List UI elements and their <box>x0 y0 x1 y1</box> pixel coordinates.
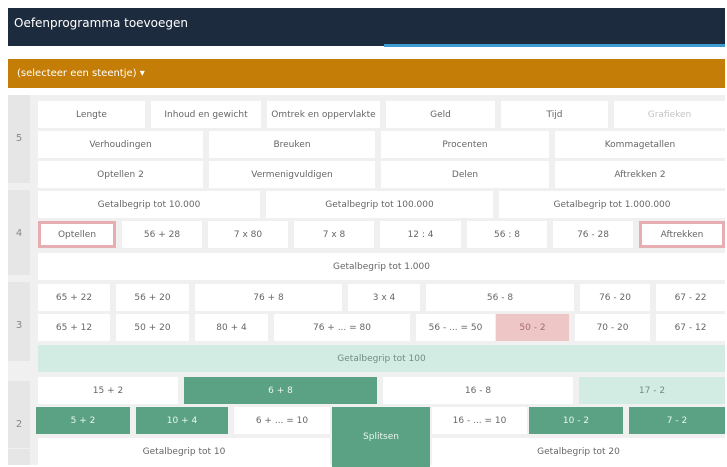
stone-selector-label: (selecteer een steentje) ▾ <box>17 68 145 79</box>
tile-aftrekken[interactable]: Aftrekken <box>639 221 725 248</box>
tile-56-minus-blank-50[interactable]: 56 - ... = 50 <box>416 314 495 341</box>
tile-56-plus-28[interactable]: 56 + 28 <box>122 221 202 248</box>
tile-verhoudingen[interactable]: Verhoudingen <box>38 131 203 158</box>
level-1-label <box>8 449 30 465</box>
tile-delen[interactable]: Delen <box>381 161 549 188</box>
tile-kommagetallen[interactable]: Kommagetallen <box>555 131 725 158</box>
tile-grafieken[interactable]: Grafieken <box>614 101 725 128</box>
tile-67-minus-12[interactable]: 67 - 12 <box>656 314 725 341</box>
tile-56-plus-20[interactable]: 56 + 20 <box>116 284 189 311</box>
tile-76-plus-8[interactable]: 76 + 8 <box>195 284 342 311</box>
tile-splitsen[interactable]: Splitsen <box>332 407 430 467</box>
tile-50-minus-2[interactable]: 50 - 2 <box>496 314 569 341</box>
tile-16-minus-blank-10[interactable]: 16 - ... = 10 <box>432 407 527 434</box>
tile-10-plus-4[interactable]: 10 + 4 <box>136 407 228 434</box>
tile-aftrekken-2[interactable]: Aftrekken 2 <box>555 161 725 188</box>
tile-65-plus-22[interactable]: 65 + 22 <box>38 284 110 311</box>
tile-optellen[interactable]: Optellen <box>38 221 116 248</box>
tile-getalbegrip-1000[interactable]: Getalbegrip tot 1.000 <box>38 253 725 280</box>
tile-7-minus-2[interactable]: 7 - 2 <box>629 407 725 434</box>
level-2-label: 2 <box>8 381 30 448</box>
page-title: Oefenprogramma toevoegen <box>14 16 188 30</box>
tile-breuken[interactable]: Breuken <box>209 131 375 158</box>
tile-10-minus-2[interactable]: 10 - 2 <box>529 407 623 434</box>
exercise-grid: 5 4 3 2 Lengte Inhoud en gewicht Omtrek … <box>8 95 725 467</box>
tile-5-plus-2[interactable]: 5 + 2 <box>36 407 130 434</box>
tile-70-minus-20[interactable]: 70 - 20 <box>575 314 650 341</box>
tile-6-plus-blank-10[interactable]: 6 + ... = 10 <box>234 407 330 434</box>
tile-6-plus-8[interactable]: 6 + 8 <box>184 377 377 404</box>
tile-getalbegrip-100[interactable]: Getalbegrip tot 100 <box>38 345 725 372</box>
tile-getalbegrip-20[interactable]: Getalbegrip tot 20 <box>432 438 725 465</box>
tile-67-minus-22[interactable]: 67 - 22 <box>656 284 725 311</box>
tile-inhoud-en-gewicht[interactable]: Inhoud en gewicht <box>151 101 261 128</box>
tile-procenten[interactable]: Procenten <box>381 131 549 158</box>
tile-lengte[interactable]: Lengte <box>38 101 145 128</box>
tile-getalbegrip-100000[interactable]: Getalbegrip tot 100.000 <box>266 191 493 218</box>
tile-12-div-4[interactable]: 12 : 4 <box>380 221 461 248</box>
tile-7-x-80[interactable]: 7 x 80 <box>208 221 288 248</box>
tile-vermenigvuldigen[interactable]: Vermenigvuldigen <box>209 161 375 188</box>
tile-15-plus-2[interactable]: 15 + 2 <box>38 377 178 404</box>
tile-optellen-2[interactable]: Optellen 2 <box>38 161 203 188</box>
tile-56-div-8[interactable]: 56 : 8 <box>467 221 547 248</box>
tile-omtrek-en-oppervlakte[interactable]: Omtrek en oppervlakte <box>267 101 380 128</box>
tile-7-x-8[interactable]: 7 x 8 <box>294 221 374 248</box>
level-5-label: 5 <box>8 95 30 183</box>
tile-getalbegrip-10000[interactable]: Getalbegrip tot 10.000 <box>38 191 260 218</box>
tile-3-x-4[interactable]: 3 x 4 <box>348 284 420 311</box>
tile-56-minus-8[interactable]: 56 - 8 <box>426 284 574 311</box>
level-3-label: 3 <box>8 282 30 361</box>
tile-76-minus-20[interactable]: 76 - 20 <box>580 284 650 311</box>
tile-50-plus-20[interactable]: 50 + 20 <box>116 314 189 341</box>
tile-16-minus-8[interactable]: 16 - 8 <box>383 377 573 404</box>
title-bar: Oefenprogramma toevoegen <box>8 8 725 47</box>
tile-getalbegrip-1000000[interactable]: Getalbegrip tot 1.000.000 <box>499 191 725 218</box>
tile-65-plus-12[interactable]: 65 + 12 <box>38 314 110 341</box>
tile-geld[interactable]: Geld <box>386 101 495 128</box>
title-accent-line <box>384 44 725 47</box>
tile-17-minus-2[interactable]: 17 - 2 <box>579 377 725 404</box>
stone-selector-dropdown[interactable]: (selecteer een steentje) ▾ <box>8 59 725 88</box>
tile-tijd[interactable]: Tijd <box>501 101 608 128</box>
tile-getalbegrip-10[interactable]: Getalbegrip tot 10 <box>38 438 330 465</box>
level-4-label: 4 <box>8 190 30 275</box>
tile-80-plus-4[interactable]: 80 + 4 <box>195 314 268 341</box>
tile-76-plus-blank-80[interactable]: 76 + ... = 80 <box>274 314 410 341</box>
tile-76-minus-28[interactable]: 76 - 28 <box>553 221 633 248</box>
